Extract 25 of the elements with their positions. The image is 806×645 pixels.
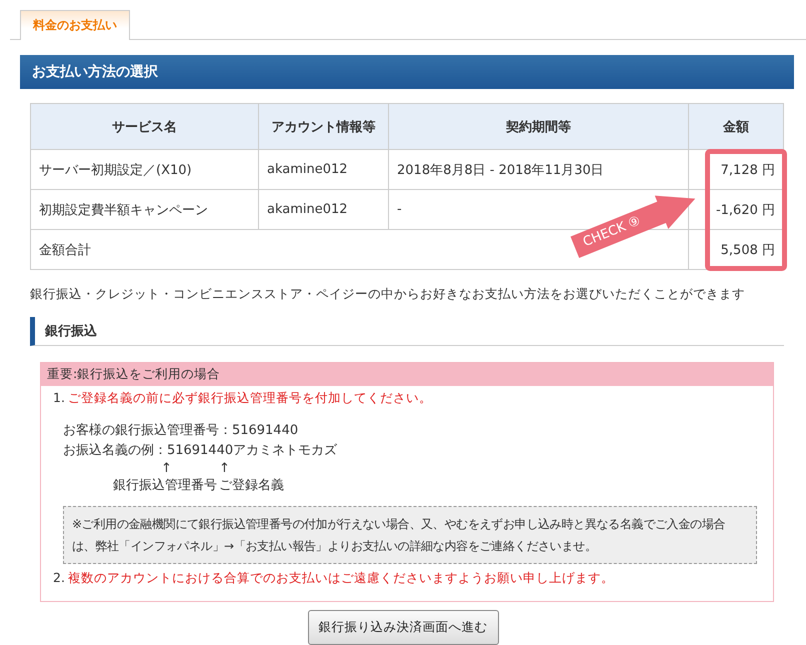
table-cell: 初期設定費半額キャンペーン <box>30 190 258 230</box>
list-number: 1. <box>53 390 65 407</box>
column-header: アカウント情報等 <box>258 104 388 150</box>
table-cell: akamine012 <box>258 150 388 190</box>
column-header: 金額 <box>688 104 784 150</box>
list-number: 2. <box>53 570 65 587</box>
notice-text: ご登録名義の前に必ず銀行振込管理番号を付加してください。 <box>68 390 433 407</box>
column-header: 契約期間等 <box>388 104 688 150</box>
note-box: ※ご利用の金融機関にて銀行振込管理番号の付加が行えない場合、又、やむをえずお申し込み時と異なる名義でご入金の場合は、弊社「インフォパネル」→「お支払い報告」よりお支払いの詳細な内容をご連絡くださいませ。 <box>62 506 757 564</box>
info-line: お客様の銀行振込管理番号：51691440 <box>62 422 300 440</box>
info-line: お振込名義の例：51691440アカミネトモカズ <box>62 442 338 460</box>
section-heading: 銀行振込 <box>30 317 784 346</box>
section-title: お支払い方法の選択 <box>20 55 794 89</box>
table-cell: 2018年8月8日 - 2018年11月30日 <box>388 150 688 190</box>
pointer-label: ご登録名義 <box>218 477 284 494</box>
intro-text: 銀行振込・クレジット・コンビニエンスストア・ペイジーの中からお好きなお支払い方法をお選びいただくことができます <box>30 286 746 303</box>
table-cell: akamine012 <box>258 190 388 230</box>
up-arrow: ↑ <box>218 461 231 476</box>
table-cell: サーバー初期設定／(X10) <box>30 150 258 190</box>
up-arrow: ↑ <box>160 461 173 476</box>
notice-title: 重要:銀行振込をご利用の場合 <box>41 363 773 386</box>
notice-text: 複数のアカウントにおける合算でのお支払いはご遠慮くださいますようお願い申し上げます。 <box>68 570 614 587</box>
proceed-button[interactable]: 銀行振り込み決済画面へ進む <box>308 610 498 645</box>
pointer-label: 銀行振込管理番号 <box>112 477 217 494</box>
column-header: サービス名 <box>30 104 258 150</box>
